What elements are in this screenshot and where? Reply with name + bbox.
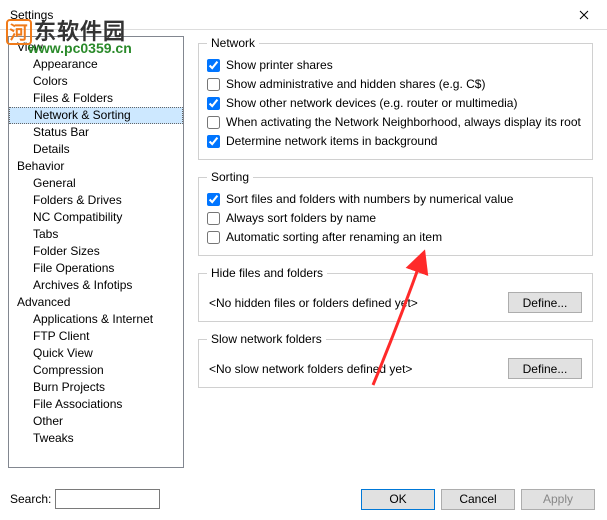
group-slow: Slow network folders <No slow network fo…	[198, 332, 593, 388]
search-input[interactable]	[55, 489, 160, 509]
network-label-4: Determine network items in background	[226, 133, 437, 150]
tree-item-quick-view[interactable]: Quick View	[9, 345, 183, 362]
sorting-row-1[interactable]: Always sort folders by name	[207, 209, 584, 228]
tree-item-tabs[interactable]: Tabs	[9, 226, 183, 243]
footer: Search: OK Cancel Apply	[0, 478, 607, 520]
tree-item-folder-sizes[interactable]: Folder Sizes	[9, 243, 183, 260]
network-row-0[interactable]: Show printer shares	[207, 56, 584, 75]
tree-item-details[interactable]: Details	[9, 141, 183, 158]
tree-item-compression[interactable]: Compression	[9, 362, 183, 379]
sorting-checkbox-2[interactable]	[207, 231, 220, 244]
tree-item-folders-drives[interactable]: Folders & Drives	[9, 192, 183, 209]
network-label-1: Show administrative and hidden shares (e…	[226, 76, 485, 93]
sorting-checkbox-0[interactable]	[207, 193, 220, 206]
network-checkbox-1[interactable]	[207, 78, 220, 91]
group-hide-legend: Hide files and folders	[207, 266, 327, 280]
sorting-label-2: Automatic sorting after renaming an item	[226, 229, 442, 246]
window-title: Settings	[10, 8, 561, 22]
cancel-button[interactable]: Cancel	[441, 489, 515, 510]
group-network: Network Show printer shares Show administ…	[198, 36, 593, 160]
sorting-label-1: Always sort folders by name	[226, 210, 376, 227]
tree-item-file-associations[interactable]: File Associations	[9, 396, 183, 413]
settings-tree[interactable]: ViewAppearanceColorsFiles & FoldersNetwo…	[8, 36, 184, 468]
sidebar: ViewAppearanceColorsFiles & FoldersNetwo…	[0, 30, 188, 478]
sorting-row-2[interactable]: Automatic sorting after renaming an item	[207, 228, 584, 247]
main-area: ViewAppearanceColorsFiles & FoldersNetwo…	[0, 30, 607, 478]
titlebar: Settings	[0, 0, 607, 30]
tree-item-advanced[interactable]: Advanced	[9, 294, 183, 311]
tree-item-file-operations[interactable]: File Operations	[9, 260, 183, 277]
tree-item-nc-compatibility[interactable]: NC Compatibility	[9, 209, 183, 226]
close-icon	[579, 10, 589, 20]
tree-item-status-bar[interactable]: Status Bar	[9, 124, 183, 141]
content-panel: Network Show printer shares Show administ…	[188, 30, 605, 478]
tree-item-behavior[interactable]: Behavior	[9, 158, 183, 175]
hide-info-text: <No hidden files or folders defined yet>	[209, 296, 418, 310]
tree-item-network-sorting[interactable]: Network & Sorting	[9, 107, 183, 124]
tree-item-applications-internet[interactable]: Applications & Internet	[9, 311, 183, 328]
network-label-2: Show other network devices (e.g. router …	[226, 95, 517, 112]
tree-item-archives-infotips[interactable]: Archives & Infotips	[9, 277, 183, 294]
tree-item-burn-projects[interactable]: Burn Projects	[9, 379, 183, 396]
apply-button[interactable]: Apply	[521, 489, 595, 510]
sorting-label-0: Sort files and folders with numbers by n…	[226, 191, 513, 208]
tree-item-view[interactable]: View	[9, 39, 183, 56]
group-sorting-legend: Sorting	[207, 170, 253, 184]
network-row-4[interactable]: Determine network items in background	[207, 132, 584, 151]
tree-item-appearance[interactable]: Appearance	[9, 56, 183, 73]
network-checkbox-0[interactable]	[207, 59, 220, 72]
network-row-1[interactable]: Show administrative and hidden shares (e…	[207, 75, 584, 94]
network-label-3: When activating the Network Neighborhood…	[226, 114, 581, 131]
tree-item-files-folders[interactable]: Files & Folders	[9, 90, 183, 107]
network-row-2[interactable]: Show other network devices (e.g. router …	[207, 94, 584, 113]
network-row-3[interactable]: When activating the Network Neighborhood…	[207, 113, 584, 132]
network-checkbox-3[interactable]	[207, 116, 220, 129]
network-checkbox-4[interactable]	[207, 135, 220, 148]
tree-item-general[interactable]: General	[9, 175, 183, 192]
tree-item-other[interactable]: Other	[9, 413, 183, 430]
network-checkbox-2[interactable]	[207, 97, 220, 110]
sorting-checkbox-1[interactable]	[207, 212, 220, 225]
group-network-legend: Network	[207, 36, 259, 50]
tree-item-tweaks[interactable]: Tweaks	[9, 430, 183, 447]
slow-info-text: <No slow network folders defined yet>	[209, 362, 412, 376]
close-button[interactable]	[561, 0, 607, 30]
tree-item-ftp-client[interactable]: FTP Client	[9, 328, 183, 345]
network-label-0: Show printer shares	[226, 57, 333, 74]
search-label: Search:	[10, 492, 51, 506]
ok-button[interactable]: OK	[361, 489, 435, 510]
sorting-row-0[interactable]: Sort files and folders with numbers by n…	[207, 190, 584, 209]
group-slow-legend: Slow network folders	[207, 332, 326, 346]
group-hide: Hide files and folders <No hidden files …	[198, 266, 593, 322]
slow-define-button[interactable]: Define...	[508, 358, 582, 379]
tree-item-colors[interactable]: Colors	[9, 73, 183, 90]
hide-define-button[interactable]: Define...	[508, 292, 582, 313]
group-sorting: Sorting Sort files and folders with numb…	[198, 170, 593, 256]
